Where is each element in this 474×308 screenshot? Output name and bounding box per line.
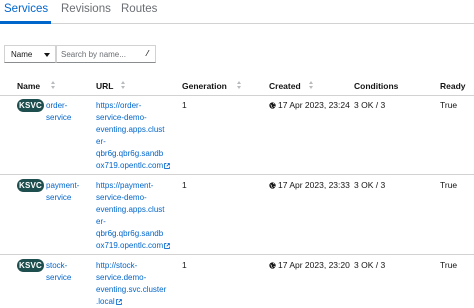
column-header-ready: Ready [440, 81, 466, 91]
column-header-name[interactable]: Name [17, 81, 40, 91]
service-url-link[interactable]: ox719.opentlc.com [96, 160, 170, 171]
search-input[interactable] [61, 48, 143, 61]
generation-value: 1 [182, 180, 187, 190]
row-divider [0, 254, 474, 255]
created-timestamp: 17 Apr 2023, 23:20 [278, 260, 350, 270]
globe-icon [269, 102, 276, 109]
service-url-link[interactable]: service-demo- [96, 112, 147, 123]
service-url-link[interactable]: .local [96, 296, 122, 307]
conditions-value: 3 OK / 3 [354, 260, 386, 270]
tab-bar: Services Revisions Routes [0, 0, 474, 24]
service-url-link[interactable]: eventing.apps.clust [96, 124, 165, 135]
column-header-url[interactable]: URL [96, 81, 113, 91]
service-url-link[interactable]: https://order- [96, 100, 141, 111]
service-url-link[interactable]: http://stock- [96, 260, 137, 271]
created-timestamp: 17 Apr 2023, 23:33 [278, 180, 350, 190]
sort-icon[interactable] [237, 80, 242, 91]
service-url-link[interactable]: eventing.apps.clust [96, 204, 165, 215]
service-url-text[interactable]: ox719.opentlc.com [96, 161, 163, 170]
sort-icon[interactable] [51, 80, 56, 91]
service-url-link[interactable]: service.demo- [96, 272, 146, 283]
service-url-link[interactable]: https://payment- [96, 180, 153, 191]
service-url-link[interactable]: eventing.svc.cluster [96, 284, 166, 295]
ready-value: True [440, 100, 458, 110]
conditions-value: 3 OK / 3 [354, 180, 386, 190]
globe-icon [269, 182, 276, 189]
ksvc-badge: KSVC [17, 259, 44, 272]
tab-routes[interactable]: Routes [121, 3, 157, 15]
service-url-link[interactable]: qbr6g.qbr6g.sandb [96, 148, 163, 159]
search-field[interactable]: / [56, 45, 156, 63]
active-tab-indicator [0, 21, 51, 24]
ksvc-badge: KSVC [17, 179, 44, 192]
column-header-generation[interactable]: Generation [182, 81, 227, 91]
ready-value: True [440, 180, 458, 190]
ready-value: True [440, 260, 458, 270]
service-url-link[interactable]: er- [96, 216, 106, 227]
header-divider [0, 95, 474, 96]
service-url-text[interactable]: ox719.opentlc.com [96, 241, 163, 250]
service-name-link[interactable]: service [46, 272, 71, 283]
service-url-link[interactable]: qbr6g.qbr6g.sandb [96, 228, 163, 239]
service-name-link[interactable]: stock- [46, 260, 67, 271]
filter-type-select[interactable]: Name [4, 45, 56, 63]
service-url-link[interactable]: er- [96, 136, 106, 147]
external-link-icon [164, 243, 170, 249]
globe-icon [269, 262, 276, 269]
external-link-icon [115, 299, 122, 305]
tab-services[interactable]: Services [4, 3, 48, 15]
tab-revisions[interactable]: Revisions [61, 3, 111, 15]
service-url-link[interactable]: ox719.opentlc.com [96, 240, 170, 251]
service-name-link[interactable]: service [46, 112, 71, 123]
external-link-icon [164, 163, 170, 169]
service-url-text[interactable]: .local [96, 297, 115, 306]
service-name-link[interactable]: order- [46, 100, 67, 111]
generation-value: 1 [182, 100, 187, 110]
filter-type-label: Name [11, 49, 33, 59]
service-url-link[interactable]: service-demo- [96, 192, 147, 203]
conditions-value: 3 OK / 3 [354, 100, 386, 110]
caret-down-icon [44, 53, 50, 57]
row-divider [0, 174, 474, 175]
service-name-link[interactable]: service [46, 192, 71, 203]
search-shortcut-hint: / [144, 49, 150, 59]
created-timestamp: 17 Apr 2023, 23:24 [278, 100, 350, 110]
sort-icon[interactable] [309, 80, 314, 91]
column-header-created[interactable]: Created [269, 81, 301, 91]
sort-icon[interactable] [121, 80, 126, 91]
service-name-link[interactable]: payment- [46, 180, 79, 191]
column-header-conditions: Conditions [354, 81, 399, 91]
generation-value: 1 [182, 260, 187, 270]
ksvc-badge: KSVC [17, 99, 44, 112]
